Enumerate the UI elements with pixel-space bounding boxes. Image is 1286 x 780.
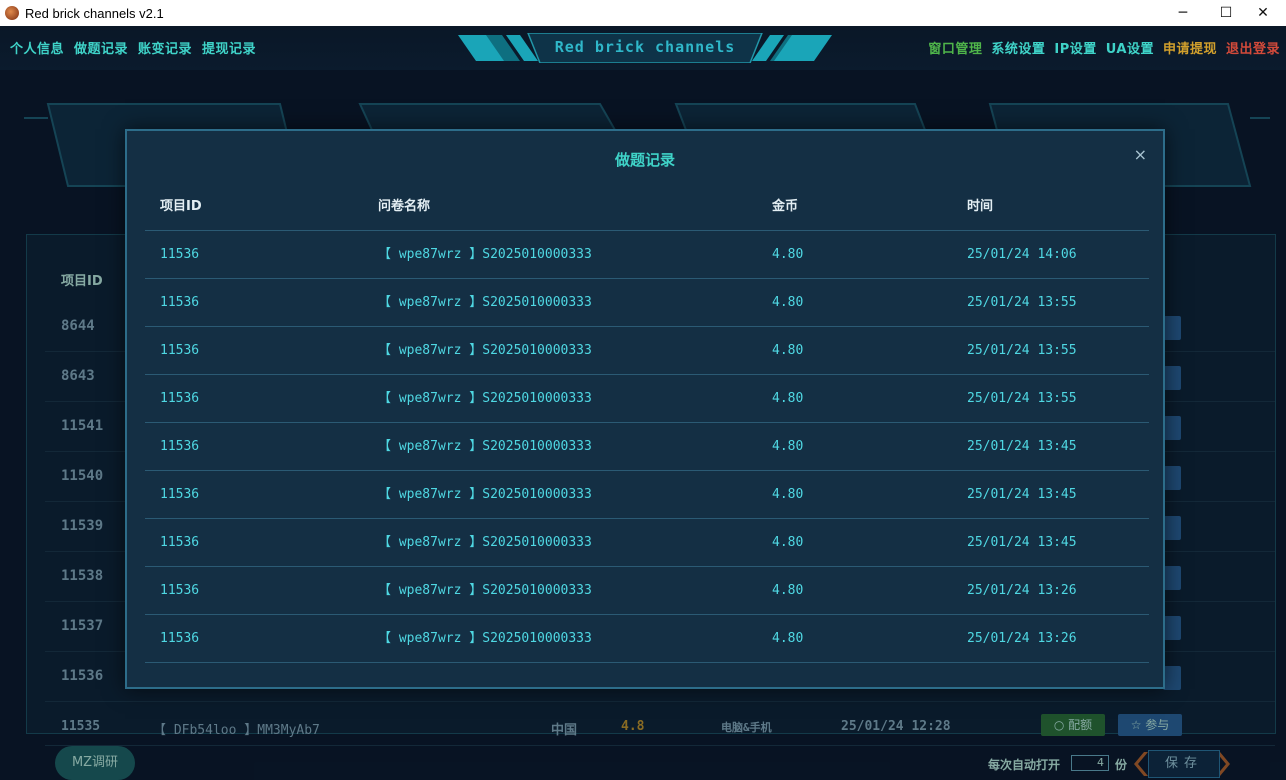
- cell-coins: 4.80: [772, 295, 804, 310]
- nav-ip-settings[interactable]: IP设置: [1054, 38, 1096, 57]
- cell-project-id: 11536: [160, 295, 200, 310]
- minimize-button[interactable]: ─: [1160, 0, 1206, 26]
- nav-left-group: 个人信息 做题记录 账变记录 提现记录: [10, 38, 256, 57]
- cell-coins: 4.80: [772, 631, 804, 646]
- cell-survey-name: 【 wpe87wrz 】S2025010000333: [378, 343, 592, 358]
- nav-system-settings[interactable]: 系统设置: [991, 38, 1045, 57]
- app-icon: [5, 6, 19, 20]
- cell-coins: 4.80: [772, 535, 804, 550]
- table-row: 11536 【 wpe87wrz 】S2025010000333 4.80 25…: [145, 615, 1149, 663]
- cell-survey-name: 【 wpe87wrz 】S2025010000333: [378, 631, 592, 646]
- cell-coins: 4.80: [772, 391, 804, 406]
- table-row: 11536 【 wpe87wrz 】S2025010000333 4.80 25…: [145, 375, 1149, 423]
- col-time: 时间: [967, 199, 994, 214]
- col-project-id: 项目ID: [160, 199, 202, 214]
- window-titlebar: Red brick channels v2.1 ─ ☐ ✕: [0, 0, 1286, 26]
- cell-coins: 4.80: [772, 247, 804, 262]
- nav-personal-info[interactable]: 个人信息: [10, 38, 64, 57]
- records-table: 项目ID 问卷名称 金币 时间 11536 【 wpe87wrz 】S20250…: [145, 183, 1149, 663]
- cell-coins: 4.80: [772, 439, 804, 454]
- cell-project-id: 11536: [160, 247, 200, 262]
- cell-survey-name: 【 wpe87wrz 】S2025010000333: [378, 487, 592, 502]
- nav-right-group: 窗口管理 系统设置 IP设置 UA设置 申请提现 退出登录: [928, 38, 1280, 57]
- nav-ua-settings[interactable]: UA设置: [1106, 38, 1154, 57]
- nav-question-records[interactable]: 做题记录: [74, 38, 128, 57]
- nav-logout[interactable]: 退出登录: [1226, 38, 1280, 57]
- cell-time: 25/01/24 13:55: [967, 295, 1077, 310]
- cell-project-id: 11536: [160, 631, 200, 646]
- cell-survey-name: 【 wpe87wrz 】S2025010000333: [378, 391, 592, 406]
- nav-account-changes[interactable]: 账变记录: [138, 38, 192, 57]
- cell-time: 25/01/24 13:55: [967, 343, 1077, 358]
- cell-time: 25/01/24 13:26: [967, 583, 1077, 598]
- cell-coins: 4.80: [772, 343, 804, 358]
- cell-time: 25/01/24 13:45: [967, 439, 1077, 454]
- cell-project-id: 11536: [160, 487, 200, 502]
- cell-survey-name: 【 wpe87wrz 】S2025010000333: [378, 535, 592, 550]
- modal-title: 做题记录: [614, 151, 675, 169]
- nav-window-manage[interactable]: 窗口管理: [928, 38, 982, 57]
- logo-text: Red brick channels: [554, 38, 736, 56]
- nav-apply-withdraw[interactable]: 申请提现: [1163, 38, 1217, 57]
- table-header: 项目ID 问卷名称 金币 时间: [145, 183, 1149, 231]
- question-records-modal: 做题记录 × 项目ID 问卷名称 金币 时间 11536 【 wpe87wrz …: [125, 129, 1165, 689]
- cell-project-id: 11536: [160, 343, 200, 358]
- cell-survey-name: 【 wpe87wrz 】S2025010000333: [378, 247, 592, 262]
- close-icon[interactable]: ×: [1134, 145, 1147, 164]
- cell-survey-name: 【 wpe87wrz 】S2025010000333: [378, 583, 592, 598]
- table-row: 11536 【 wpe87wrz 】S2025010000333 4.80 25…: [145, 423, 1149, 471]
- cell-coins: 4.80: [772, 487, 804, 502]
- table-row: 11536 【 wpe87wrz 】S2025010000333 4.80 25…: [145, 231, 1149, 279]
- cell-project-id: 11536: [160, 583, 200, 598]
- table-row: 11536 【 wpe87wrz 】S2025010000333 4.80 25…: [145, 519, 1149, 567]
- table-row: 11536 【 wpe87wrz 】S2025010000333 4.80 25…: [145, 567, 1149, 615]
- logo-banner: Red brick channels: [458, 33, 832, 63]
- cell-project-id: 11536: [160, 535, 200, 550]
- nav-withdraw-records[interactable]: 提现记录: [202, 38, 256, 57]
- cell-project-id: 11536: [160, 391, 200, 406]
- table-row: 11536 【 wpe87wrz 】S2025010000333 4.80 25…: [145, 327, 1149, 375]
- close-window-button[interactable]: ✕: [1240, 0, 1286, 26]
- cell-time: 25/01/24 13:45: [967, 487, 1077, 502]
- cell-project-id: 11536: [160, 439, 200, 454]
- cell-survey-name: 【 wpe87wrz 】S2025010000333: [378, 295, 592, 310]
- col-coins: 金币: [772, 199, 799, 214]
- window-title: Red brick channels v2.1: [25, 5, 164, 21]
- col-survey-name: 问卷名称: [378, 199, 431, 214]
- cell-time: 25/01/24 14:06: [967, 247, 1077, 262]
- table-row: 11536 【 wpe87wrz 】S2025010000333 4.80 25…: [145, 279, 1149, 327]
- cell-survey-name: 【 wpe87wrz 】S2025010000333: [378, 439, 592, 454]
- table-row: 11536 【 wpe87wrz 】S2025010000333 4.80 25…: [145, 471, 1149, 519]
- cell-coins: 4.80: [772, 583, 804, 598]
- cell-time: 25/01/24 13:26: [967, 631, 1077, 646]
- cell-time: 25/01/24 13:45: [967, 535, 1077, 550]
- cell-time: 25/01/24 13:55: [967, 391, 1077, 406]
